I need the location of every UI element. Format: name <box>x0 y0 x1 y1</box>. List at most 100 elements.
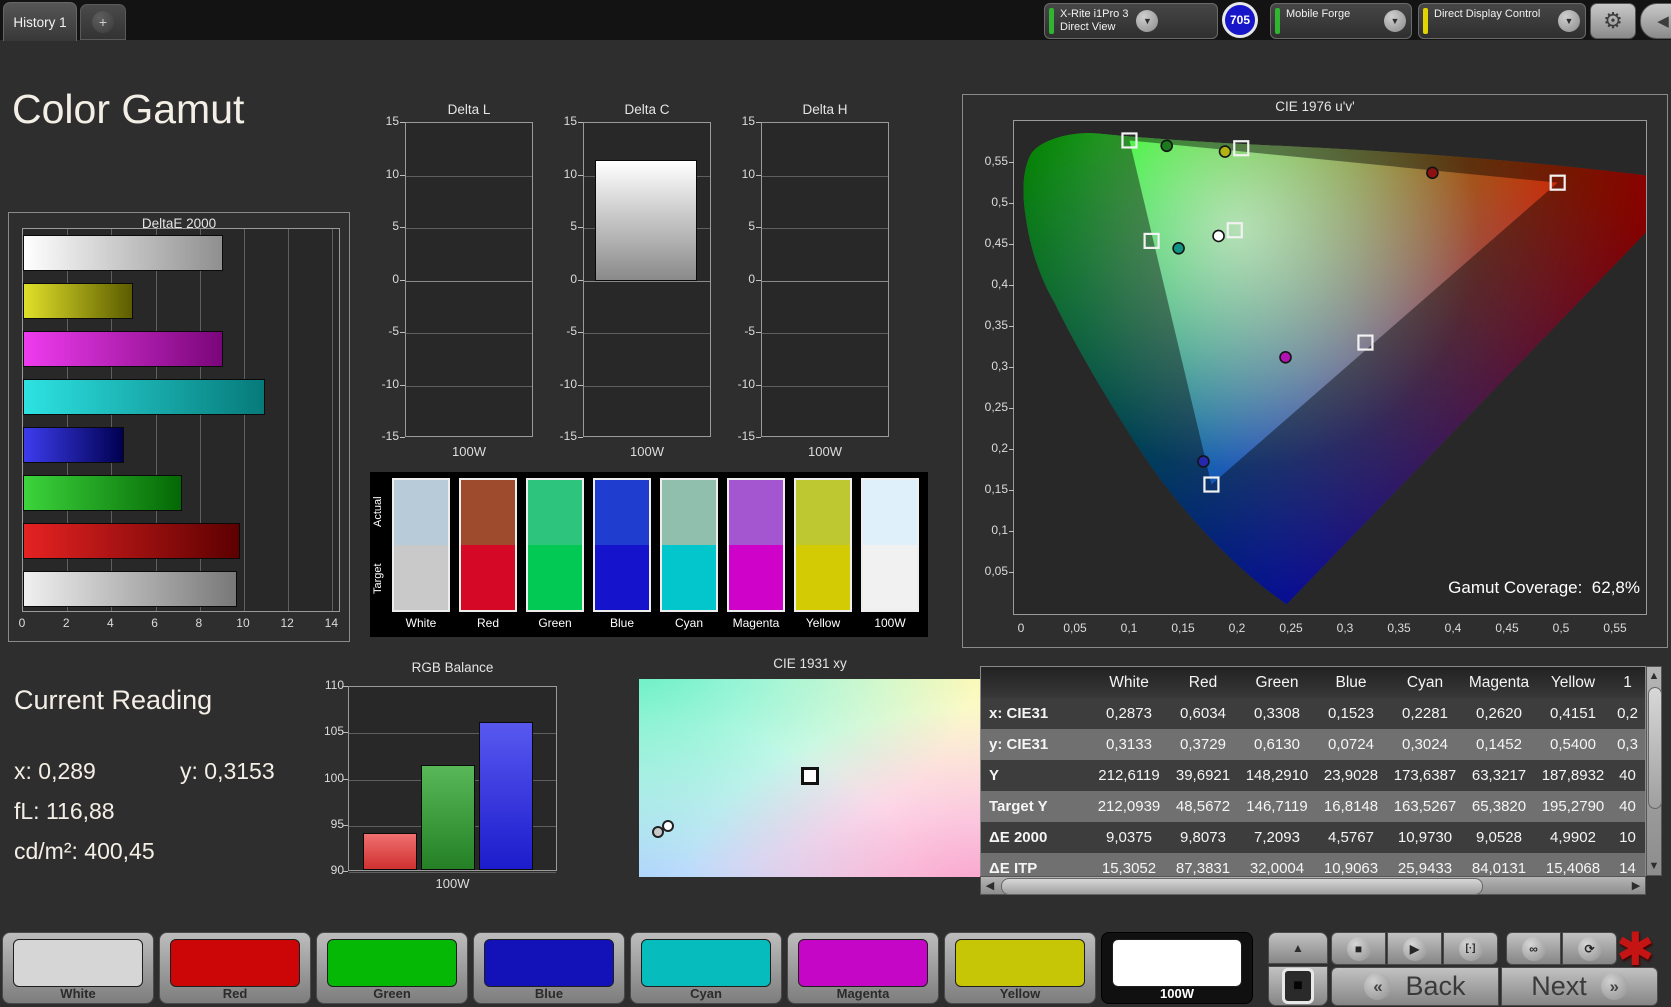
target-swatch-magenta <box>729 545 783 610</box>
scroll-right-icon[interactable]: ▶ <box>1629 877 1643 894</box>
deltaH-tick-mark <box>756 437 761 438</box>
play-button[interactable]: ▶ <box>1387 932 1442 965</box>
back-button[interactable]: « Back <box>1331 967 1499 1006</box>
table-cell: 65,3820 <box>1462 791 1536 822</box>
scroll-down-icon[interactable]: ▼ <box>1647 859 1661 873</box>
cie1976-x-tick: 0,15 <box>1163 621 1203 635</box>
table-cell: 7,2093 <box>1240 822 1314 853</box>
swatch-label: Yellow <box>789 616 857 630</box>
actual-swatch-yellow <box>796 480 850 545</box>
deltae-gridline <box>288 229 289 611</box>
pattern-up-button[interactable]: ▲ <box>1268 932 1328 964</box>
continuous-measure-button[interactable]: ∞ <box>1506 932 1561 965</box>
target-swatch-white <box>394 545 448 610</box>
display-control-dropdown[interactable]: Direct Display Control ▼ <box>1418 3 1586 39</box>
deltaL-gridline <box>406 386 532 387</box>
table-header-Green: Green <box>1240 667 1314 698</box>
deltaL-gridline <box>406 228 532 229</box>
table-cell: 148,2910 <box>1240 760 1314 791</box>
table-cell: 10 <box>1610 822 1645 853</box>
color-patch-red <box>170 939 300 987</box>
deltaH-tick-mark <box>756 175 761 176</box>
table-cell: 0,3024 <box>1388 729 1462 760</box>
deltaC-y-tick: -5 <box>549 324 577 338</box>
table-cell: 0,4151 <box>1536 698 1610 729</box>
tab-history-1[interactable]: History 1 <box>3 2 77 41</box>
pattern-button-red[interactable]: Red <box>159 932 311 1004</box>
table-vscrollbar[interactable]: ▲ ▼ <box>1646 666 1662 876</box>
rgb-tick-mark <box>343 825 348 826</box>
swatch-column-yellow <box>794 478 852 612</box>
deltaH-gridline <box>762 281 888 282</box>
deltaC-y-tick: 0 <box>549 272 577 286</box>
pattern-window-button[interactable]: ■ <box>1268 966 1328 1006</box>
source-status-stripe <box>1275 8 1280 34</box>
add-tab-button[interactable]: + <box>80 4 126 40</box>
table-cell: 0,3729 <box>1166 729 1240 760</box>
settings-button[interactable]: ⚙ <box>1590 3 1636 39</box>
pattern-button-blue[interactable]: Blue <box>473 932 625 1004</box>
pattern-button-magenta[interactable]: Magenta <box>787 932 939 1004</box>
cie1931-measured-point <box>652 826 664 838</box>
cie1976-tick-mark <box>1009 244 1014 245</box>
pattern-button-cyan[interactable]: Cyan <box>630 932 782 1004</box>
collapse-panel-button[interactable]: ◀ <box>1640 3 1671 39</box>
table-cell: 0,2 <box>1610 698 1645 729</box>
table-cell: 212,6119 <box>1092 760 1166 791</box>
swatch-column-red <box>459 478 517 612</box>
next-button[interactable]: Next » <box>1501 967 1658 1006</box>
gear-icon: ⚙ <box>1603 8 1623 34</box>
pattern-button-label: Magenta <box>788 986 938 1001</box>
measured-point-blue <box>1198 456 1209 467</box>
loop-button[interactable]: ⟳ <box>1562 932 1617 965</box>
deltaH-y-tick: 15 <box>727 114 755 128</box>
deltaL-tick-mark <box>400 175 405 176</box>
deltae-bar-cyan <box>23 379 265 415</box>
deltae-bar-100w <box>23 571 237 607</box>
measured-point-magenta <box>1280 352 1291 363</box>
hscroll-thumb[interactable] <box>1001 878 1483 895</box>
pattern-button-green[interactable]: Green <box>316 932 468 1004</box>
color-patch-green <box>327 939 457 987</box>
scroll-up-icon[interactable]: ▲ <box>1647 669 1661 683</box>
table-cell: 63,3217 <box>1462 760 1536 791</box>
scroll-left-icon[interactable]: ◀ <box>983 877 997 894</box>
deltaC-tick-mark <box>578 175 583 176</box>
vscroll-thumb[interactable] <box>1648 687 1662 809</box>
deltaH-gridline <box>762 228 888 229</box>
deltae-bar-red <box>23 523 240 559</box>
swatch-row-label-target: Target <box>372 547 384 611</box>
deltae-x-tick: 4 <box>98 616 122 630</box>
pattern-button-100w[interactable]: 100W <box>1101 932 1253 1004</box>
deltaC-y-tick: 15 <box>549 114 577 128</box>
table-cell: 173,6387 <box>1388 760 1462 791</box>
back-chevron-icon: « <box>1364 973 1391 1000</box>
table-hscrollbar[interactable]: ◀ ▶ <box>980 876 1646 895</box>
rgb-bar-blue <box>479 722 533 870</box>
deltaL-y-tick: 15 <box>371 114 399 128</box>
pattern-button-white[interactable]: White <box>2 932 154 1004</box>
refresh-icon: ⟳ <box>1578 937 1602 961</box>
table-header-row: WhiteRedGreenBlueCyanMagentaYellow1 <box>981 667 1646 698</box>
table-cell: 48,5672 <box>1166 791 1240 822</box>
table-header-Magenta: Magenta <box>1462 667 1536 698</box>
stop-button[interactable]: ■ <box>1331 932 1386 965</box>
row-label: ΔE 2000 <box>981 822 1092 853</box>
single-step-button[interactable]: [·] <box>1443 932 1498 965</box>
deltaC-bar <box>595 160 697 281</box>
deltaL-chart <box>405 122 533 437</box>
cie1976-y-tick: 0,25 <box>964 400 1008 414</box>
swatch-row-label-actual: Actual <box>372 480 384 544</box>
deltae-x-tick: 2 <box>54 616 78 630</box>
current-reading-title: Current Reading <box>14 685 212 716</box>
deltaH-tick-mark <box>756 332 761 333</box>
meter-dropdown[interactable]: X-Rite i1Pro 3Direct View ▼ <box>1044 3 1218 39</box>
source-dropdown[interactable]: Mobile Forge ▼ <box>1270 3 1412 39</box>
rgb-gridline <box>349 872 556 873</box>
color-patch-100w <box>1112 939 1242 987</box>
pattern-button-yellow[interactable]: Yellow <box>944 932 1096 1004</box>
target-swatch-cyan <box>662 545 716 610</box>
table-header-1: 1 <box>1610 667 1645 698</box>
swatch-label: Cyan <box>655 616 723 630</box>
deltaC-y-tick: -10 <box>549 377 577 391</box>
